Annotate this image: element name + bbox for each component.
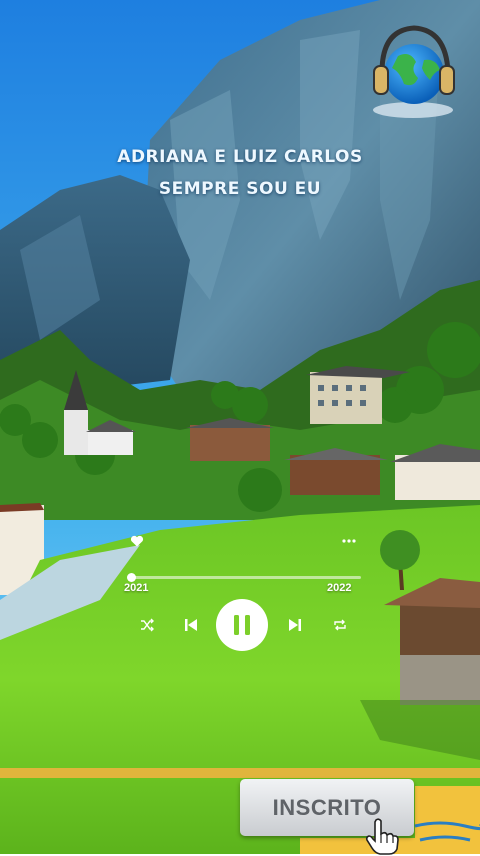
time-total: 2022 (327, 582, 352, 594)
shuffle-icon (141, 618, 154, 632)
background-landscape (0, 0, 480, 854)
play-pause-button[interactable] (216, 599, 268, 651)
previous-button[interactable] (181, 615, 201, 635)
time-elapsed: 2021 (124, 582, 149, 594)
song-artist: ADRIANA E LUIZ CARLOS (117, 147, 363, 167)
pause-icon (234, 615, 250, 635)
repeat-button[interactable] (331, 616, 349, 634)
hand-cursor-icon (365, 818, 399, 855)
globe-headphones-icon (373, 25, 455, 118)
shuffle-button[interactable] (138, 616, 156, 634)
heart-icon[interactable] (130, 534, 144, 548)
next-button[interactable] (285, 615, 305, 635)
repeat-icon (334, 619, 346, 631)
skip-next-icon (289, 619, 301, 631)
song-title: SEMPRE SOU EU (158, 179, 322, 199)
progress-bar[interactable] (127, 573, 361, 582)
more-dots-icon[interactable] (341, 538, 357, 544)
skip-previous-icon (185, 619, 197, 631)
